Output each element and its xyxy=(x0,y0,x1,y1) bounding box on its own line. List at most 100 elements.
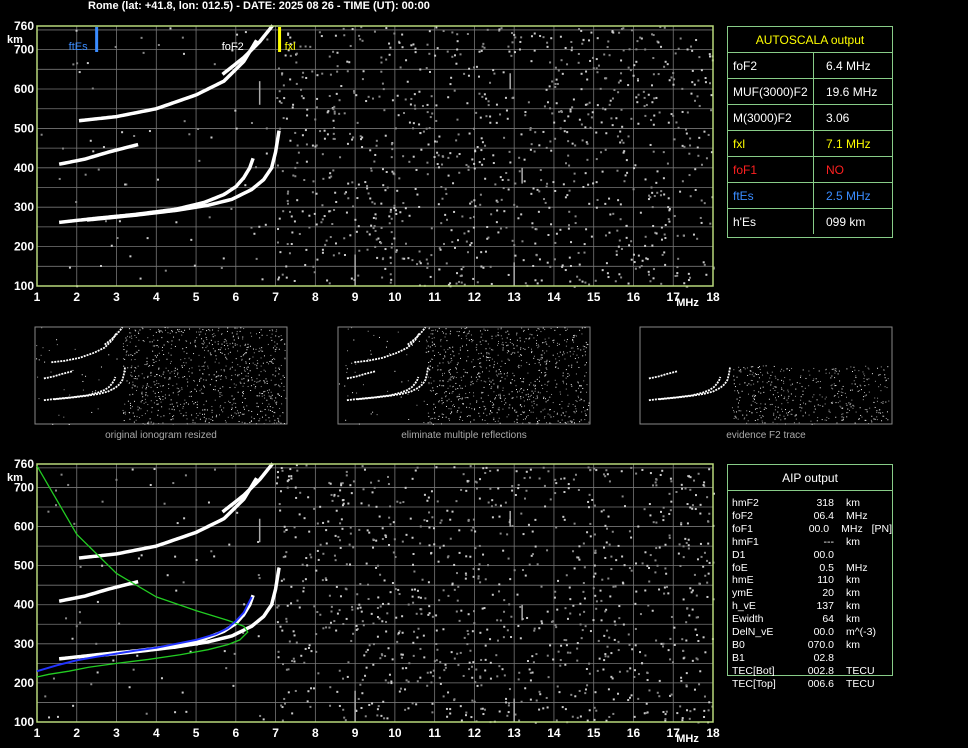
thumbnail-speck xyxy=(189,375,191,377)
thumbnail-speck xyxy=(567,421,569,423)
noise-speck xyxy=(655,521,658,524)
noise-speck xyxy=(467,518,470,521)
aip-value: 0.5 xyxy=(819,561,834,574)
thumbnail-speck xyxy=(537,422,539,424)
thumbnail-speck xyxy=(272,362,274,364)
thumbnail-speck xyxy=(472,339,474,341)
thumbnail-speck xyxy=(155,396,157,398)
noise-speck xyxy=(281,273,284,276)
thumbnail-speck xyxy=(885,417,887,419)
noise-speck xyxy=(707,520,710,523)
thumbnail-speck xyxy=(749,410,751,412)
thumbnail-speck xyxy=(824,398,826,400)
thumbnail-speck xyxy=(268,403,270,405)
noise-speck xyxy=(596,37,599,40)
noise-speck xyxy=(373,30,376,33)
thumbnail-speck xyxy=(142,340,144,342)
noise-speck xyxy=(334,242,337,245)
noise-speck xyxy=(405,533,408,536)
noise-speck xyxy=(305,76,308,79)
x-tick-label: 7 xyxy=(272,290,279,304)
noise-speck xyxy=(611,97,614,100)
noise-speck xyxy=(659,510,662,513)
thumbnail-speck xyxy=(580,419,582,421)
thumbnail-speck xyxy=(537,421,539,423)
thumbnail-speck xyxy=(772,387,774,389)
thumbnail-1 xyxy=(337,326,591,425)
thumbnail-speck xyxy=(227,327,229,329)
noise-speck xyxy=(230,207,233,210)
thumbnail-speck xyxy=(753,383,755,385)
noise-speck xyxy=(370,169,373,172)
thumbnail-speck xyxy=(583,348,585,350)
thumbnail-speck xyxy=(508,333,510,335)
thumbnail-speck xyxy=(221,334,223,336)
thumbnail-speck xyxy=(194,388,196,390)
thumbnail-speck xyxy=(505,341,507,343)
noise-speck xyxy=(499,113,502,116)
thumbnail-speck xyxy=(225,365,227,367)
noise-speck xyxy=(604,653,607,656)
thumbnail-speck xyxy=(181,387,183,389)
thumbnail-speck xyxy=(435,393,437,395)
noise-speck xyxy=(663,26,666,29)
thumbnail-speck xyxy=(429,346,431,348)
thumbnail-speck xyxy=(842,385,844,387)
noise-speck xyxy=(645,711,648,714)
noise-speck xyxy=(339,546,342,549)
noise-speck xyxy=(554,478,557,481)
noise-speck xyxy=(542,130,545,133)
noise-speck xyxy=(505,701,508,704)
thumbnail-speck xyxy=(269,406,271,408)
thumbnail-speck xyxy=(855,377,857,379)
thumbnail-speck xyxy=(529,409,531,411)
thumbnail-speck xyxy=(864,395,866,397)
thumbnail-speck xyxy=(495,371,497,373)
noise-speck xyxy=(341,499,344,502)
noise-speck xyxy=(317,672,320,675)
noise-speck xyxy=(352,480,355,483)
thumbnail-speck xyxy=(158,396,160,398)
y-tick-label: 500 xyxy=(14,559,34,573)
thumbnail-speck xyxy=(155,345,157,347)
thumbnail-speck xyxy=(446,400,448,402)
thumbnail-speck xyxy=(433,408,435,410)
noise-speck xyxy=(380,56,383,59)
noise-speck xyxy=(327,520,330,523)
thumbnail-speck xyxy=(187,381,189,383)
thumbnail-speck xyxy=(193,403,195,405)
thumbnail-speck xyxy=(178,331,180,333)
noise-speck xyxy=(622,623,625,626)
thumbnail-speck xyxy=(247,385,249,387)
noise-speck xyxy=(347,197,350,200)
thumbnail-speck xyxy=(579,399,581,401)
noise-speck xyxy=(664,567,667,570)
thumbnail-speck xyxy=(781,379,783,381)
noise-speck xyxy=(342,502,345,505)
noise-speck xyxy=(316,97,319,100)
noise-speck xyxy=(676,266,679,269)
noise-speck xyxy=(328,94,331,97)
thumbnail-speck xyxy=(283,343,285,345)
thumbnail-speck xyxy=(584,327,586,329)
thumbnail-speck xyxy=(533,400,535,402)
noise-speck xyxy=(573,567,576,570)
thumbnail-speck xyxy=(579,421,581,423)
noise-speck xyxy=(361,465,364,468)
thumbnail-speck xyxy=(155,360,157,362)
thumbnail-speck xyxy=(429,369,431,371)
thumbnail-speck xyxy=(450,413,452,415)
noise-speck xyxy=(250,226,253,229)
thumbnail-speck xyxy=(783,398,785,400)
thumbnail-speck xyxy=(522,418,524,420)
thumbnail-speck xyxy=(142,385,144,387)
thumbnail-speck xyxy=(242,336,244,338)
noise-speck xyxy=(688,475,691,478)
thumbnail-speck xyxy=(470,334,472,336)
noise-speck xyxy=(552,658,555,661)
noise-speck xyxy=(689,144,692,147)
noise-speck xyxy=(589,535,592,538)
noise-speck xyxy=(658,679,661,682)
noise-speck xyxy=(652,268,655,271)
noise-speck xyxy=(360,707,363,710)
